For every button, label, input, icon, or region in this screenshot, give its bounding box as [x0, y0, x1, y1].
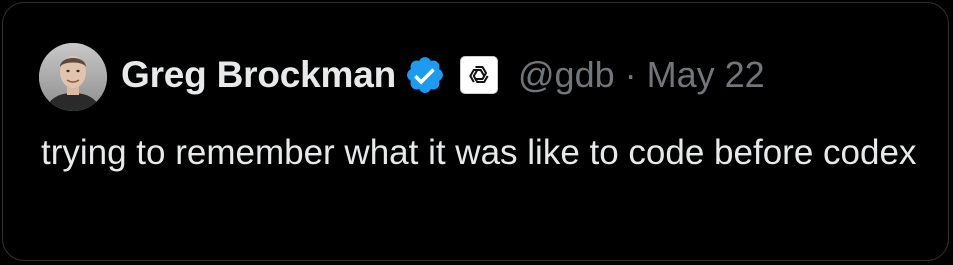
- openai-logo-icon[interactable]: [460, 56, 498, 94]
- verified-badge-icon[interactable]: [404, 54, 446, 96]
- separator-dot: ·: [624, 54, 637, 95]
- avatar[interactable]: [39, 43, 107, 111]
- openai-knot-icon: [469, 66, 489, 84]
- avatar-photo: [39, 43, 107, 111]
- display-name[interactable]: Greg Brockman: [121, 54, 396, 96]
- user-handle[interactable]: @gdb: [518, 54, 615, 96]
- tweet-date[interactable]: May 22: [647, 54, 765, 96]
- tweet-header: Greg Brockman @gdb · May 22: [121, 47, 765, 103]
- tweet-card[interactable]: Greg Brockman @gdb · May 22 trying to re…: [2, 2, 949, 261]
- tweet-text: trying to remember what it was like to c…: [41, 133, 917, 172]
